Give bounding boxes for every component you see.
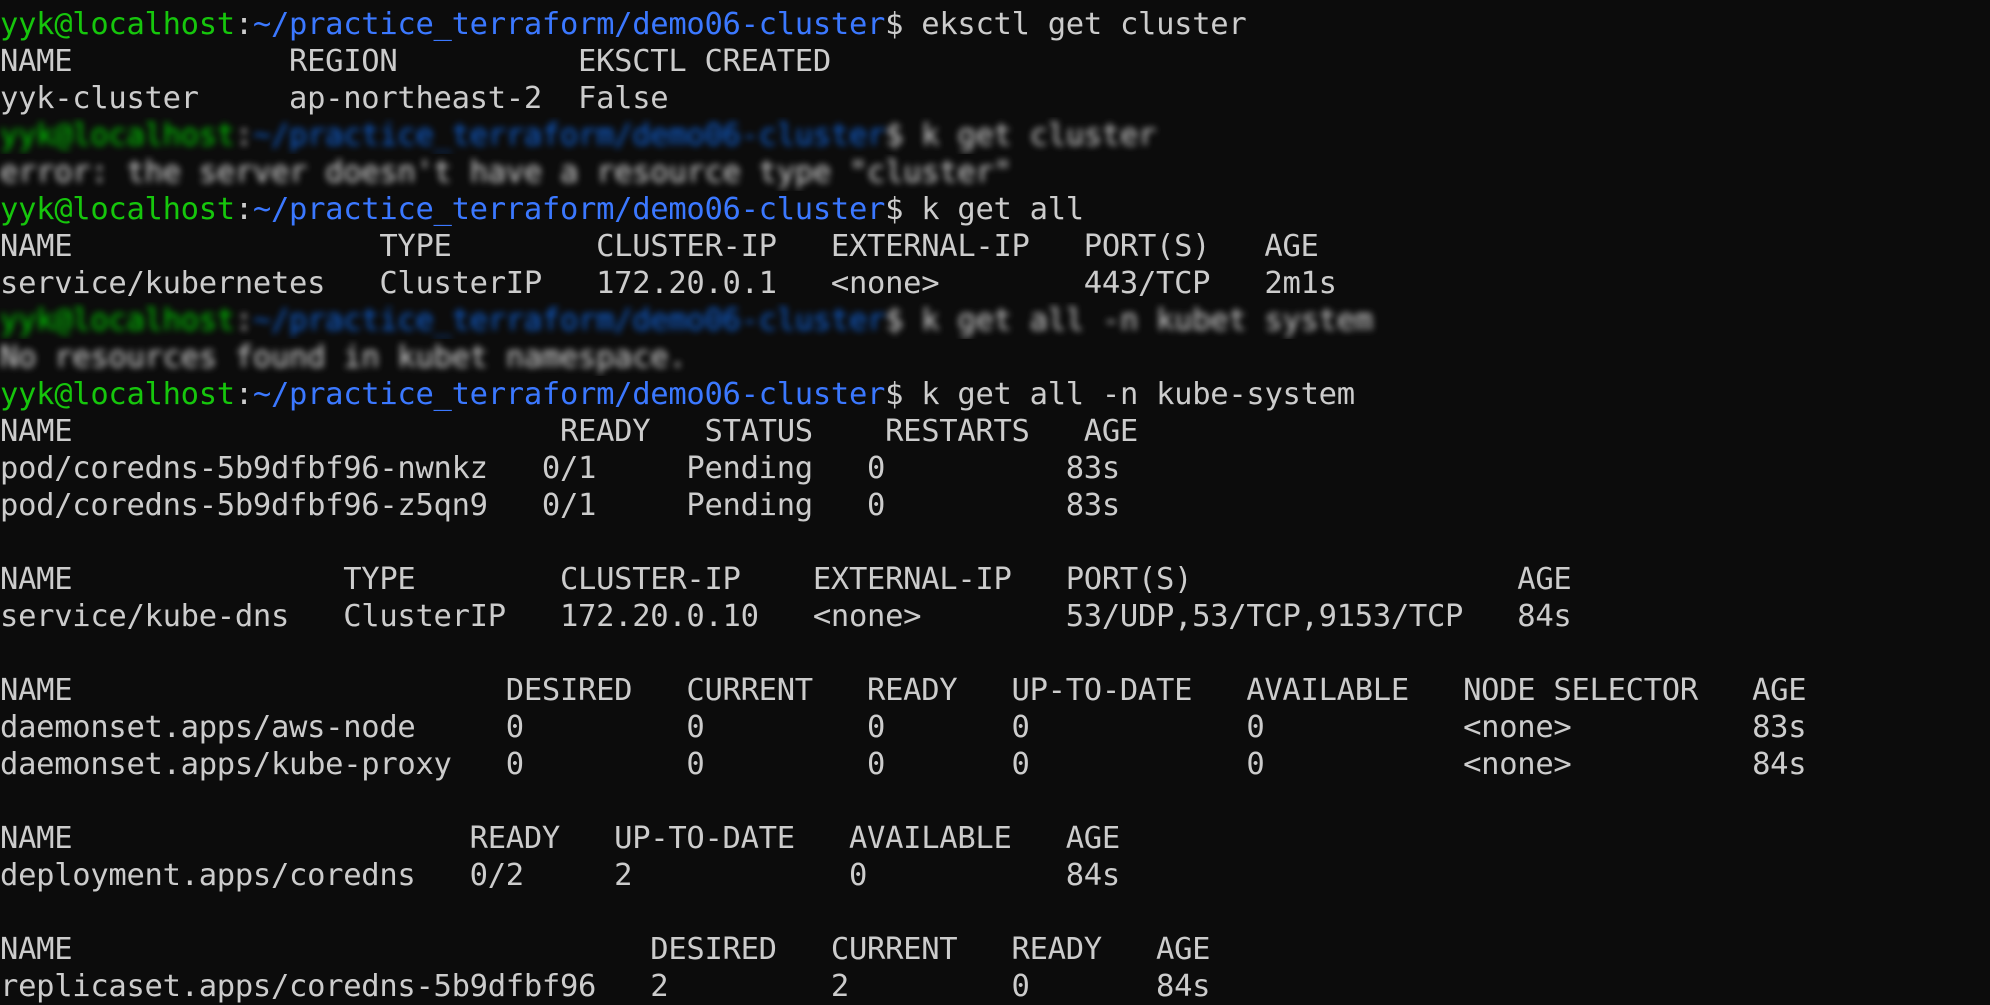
prompt-line: yyk@localhost:~/practice_terraform/demo0… [0, 191, 1990, 228]
prompt-path: ~/practice_terraform/demo06-cluster [252, 303, 886, 338]
redacted-output-line: error: the server doesn't have a resourc… [0, 154, 1990, 191]
output-line: NAME READY UP-TO-DATE AVAILABLE AGE [0, 820, 1990, 857]
prompt-symbol: $ [885, 303, 922, 338]
prompt-user-host: yyk@localhost [0, 303, 235, 338]
command-text: k get all [921, 192, 1084, 227]
prompt-user-host: yyk@localhost [0, 192, 235, 227]
output-text: NAME DESIRED CURRENT READY AGE [0, 932, 1211, 967]
prompt-symbol: $ [885, 7, 922, 42]
command-text: k get all -n kube-system [921, 377, 1355, 412]
output-text: NAME REGION EKSCTL CREATED [0, 44, 831, 79]
redacted-region: error: the server doesn't have a resourc… [0, 155, 1012, 190]
terminal-window[interactable]: yyk@localhost:~/practice_terraform/demo0… [0, 0, 1990, 1004]
output-line: service/kube-dns ClusterIP 172.20.0.10 <… [0, 598, 1990, 635]
command-text: k get all -n kubet system [921, 303, 1373, 338]
prompt-path: ~/practice_terraform/demo06-cluster [252, 377, 886, 412]
output-text: service/kube-dns ClusterIP 172.20.0.10 <… [0, 599, 1572, 634]
redacted-region: yyk@localhost:~/practice_terraform/demo0… [0, 302, 1373, 339]
output-text: pod/coredns-5b9dfbf96-nwnkz 0/1 Pending … [0, 451, 1120, 486]
output-text: deployment.apps/coredns 0/2 2 0 84s [0, 858, 1120, 893]
output-line: NAME TYPE CLUSTER-IP EXTERNAL-IP PORT(S)… [0, 228, 1990, 265]
output-text: yyk-cluster ap-northeast-2 False [0, 81, 669, 116]
redacted-region: yyk@localhost:~/practice_terraform/demo0… [0, 117, 1156, 154]
output-line: deployment.apps/coredns 0/2 2 0 84s [0, 857, 1990, 894]
command-text: k get cluster [921, 118, 1157, 153]
prompt-path: ~/practice_terraform/demo06-cluster [252, 192, 886, 227]
output-text: NAME TYPE CLUSTER-IP EXTERNAL-IP PORT(S)… [0, 562, 1572, 597]
prompt-symbol: $ [885, 118, 922, 153]
prompt-symbol: $ [885, 192, 922, 227]
output-line: replicaset.apps/coredns-5b9dfbf96 2 2 0 … [0, 968, 1990, 1005]
prompt-symbol: $ [885, 377, 922, 412]
prompt-colon: : [234, 377, 253, 412]
redacted-output-line: No resources found in kubet namespace. [0, 339, 1990, 376]
output-line: pod/coredns-5b9dfbf96-z5qn9 0/1 Pending … [0, 487, 1990, 524]
output-line: NAME TYPE CLUSTER-IP EXTERNAL-IP PORT(S)… [0, 561, 1990, 598]
prompt-colon: : [234, 7, 253, 42]
prompt-user-host: yyk@localhost [0, 377, 235, 412]
output-text: daemonset.apps/aws-node 0 0 0 0 0 <none>… [0, 710, 1807, 745]
output-line: NAME DESIRED CURRENT READY UP-TO-DATE AV… [0, 672, 1990, 709]
command-text: eksctl get cluster [921, 7, 1247, 42]
prompt-user-host: yyk@localhost [0, 118, 235, 153]
prompt-path: ~/practice_terraform/demo06-cluster [252, 118, 886, 153]
prompt-user-host: yyk@localhost [0, 7, 235, 42]
redacted-region: No resources found in kubet namespace. [0, 340, 687, 375]
output-text: service/kubernetes ClusterIP 172.20.0.1 … [0, 266, 1337, 301]
prompt-colon: : [234, 192, 253, 227]
output-text: NAME READY STATUS RESTARTS AGE [0, 414, 1138, 449]
prompt-colon: : [234, 118, 253, 153]
output-text: daemonset.apps/kube-proxy 0 0 0 0 0 <non… [0, 747, 1807, 782]
redacted-prompt-line: yyk@localhost:~/practice_terraform/demo0… [0, 117, 1990, 154]
prompt-line: yyk@localhost:~/practice_terraform/demo0… [0, 376, 1990, 413]
output-text: pod/coredns-5b9dfbf96-z5qn9 0/1 Pending … [0, 488, 1120, 523]
output-line: daemonset.apps/kube-proxy 0 0 0 0 0 <non… [0, 746, 1990, 783]
output-line: service/kubernetes ClusterIP 172.20.0.1 … [0, 265, 1990, 302]
output-text: NAME READY UP-TO-DATE AVAILABLE AGE [0, 821, 1120, 856]
output-line: NAME DESIRED CURRENT READY AGE [0, 931, 1990, 968]
prompt-path: ~/practice_terraform/demo06-cluster [252, 7, 886, 42]
prompt-line: yyk@localhost:~/practice_terraform/demo0… [0, 6, 1990, 43]
output-line: NAME READY STATUS RESTARTS AGE [0, 413, 1990, 450]
output-line: pod/coredns-5b9dfbf96-nwnkz 0/1 Pending … [0, 450, 1990, 487]
redacted-prompt-line: yyk@localhost:~/practice_terraform/demo0… [0, 302, 1990, 339]
output-line: NAME REGION EKSCTL CREATED [0, 43, 1990, 80]
output-line: daemonset.apps/aws-node 0 0 0 0 0 <none>… [0, 709, 1990, 746]
output-text: replicaset.apps/coredns-5b9dfbf96 2 2 0 … [0, 969, 1211, 1004]
output-text: NAME DESIRED CURRENT READY UP-TO-DATE AV… [0, 673, 1807, 708]
output-text: NAME TYPE CLUSTER-IP EXTERNAL-IP PORT(S)… [0, 229, 1319, 264]
output-line: yyk-cluster ap-northeast-2 False [0, 80, 1990, 117]
prompt-colon: : [234, 303, 253, 338]
